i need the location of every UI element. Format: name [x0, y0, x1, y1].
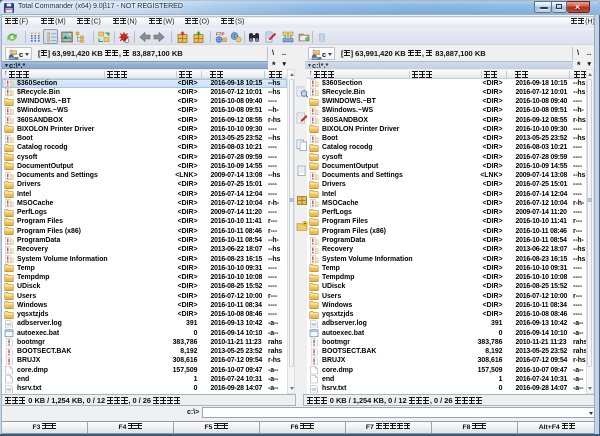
- svg-text:FTP: FTP: [216, 32, 225, 37]
